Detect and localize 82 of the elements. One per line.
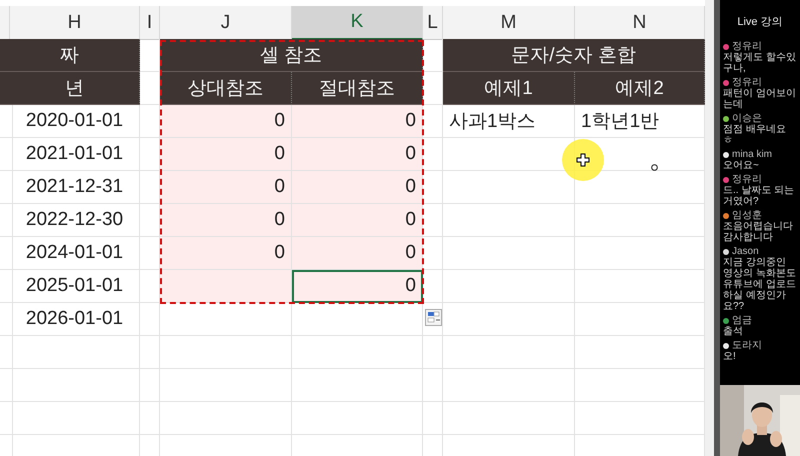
table-cell (423, 402, 443, 435)
table-cell: 0 (292, 237, 423, 270)
table-cell: 2021-01-01 (10, 138, 140, 171)
table-cell (0, 336, 13, 369)
table-cell (140, 303, 160, 336)
table-cell: 0 (160, 171, 292, 204)
chat-title: Live 강의 (736, 15, 784, 30)
table-cell: 2024-01-01 (10, 237, 140, 270)
table-cell (423, 105, 443, 138)
table-cell (0, 402, 13, 435)
chat-username: 정유리 (732, 174, 762, 185)
chat-username: 이승은 (732, 113, 762, 124)
table-cell (423, 138, 443, 171)
column-header[interactable]: I (140, 6, 160, 40)
chat-username: Jason (732, 246, 759, 257)
table-cell: 0 (292, 270, 423, 303)
chat-username: mina kim (732, 149, 772, 160)
table-cell (0, 171, 13, 204)
column-header[interactable]: H (10, 6, 140, 40)
table-cell (0, 105, 13, 138)
table-cell: 2026-01-01 (10, 303, 140, 336)
table-cell: 0 (160, 237, 292, 270)
table-cell: 0 (160, 204, 292, 237)
table-cell: 2020-01-01 (10, 105, 140, 138)
column-header[interactable]: N (575, 6, 705, 40)
table-cell: 2025-01-01 (10, 270, 140, 303)
table-cell (423, 204, 443, 237)
paste-options-icon[interactable] (425, 309, 442, 326)
table-cell (0, 204, 13, 237)
table-cell (423, 336, 443, 369)
column-header[interactable]: J (160, 6, 292, 40)
chat-message: 오! (723, 351, 737, 362)
table-cell (423, 237, 443, 270)
chat-message: 드.. 날짜도 되는거였어? (723, 185, 796, 207)
table-cell: 0 (160, 138, 292, 171)
group-header: 문자/숫자 혼합 (443, 39, 705, 72)
chat-message: 패턴이 엄어보이는데 (723, 88, 797, 110)
table-cell: 0 (292, 105, 423, 138)
table-cell: 사과1박스 (443, 105, 575, 138)
table-cell (0, 138, 13, 171)
table-cell (423, 171, 443, 204)
cursor-highlight (562, 139, 604, 181)
chat-username: 임성훈 (732, 210, 762, 221)
column-header[interactable]: L (423, 6, 443, 40)
table-cell (0, 369, 13, 402)
table-cell: 0 (160, 105, 292, 138)
group-header: 짜 (0, 39, 140, 72)
table-cell (140, 336, 160, 369)
chat-message: 조음어렵습니다감사합니다 (723, 221, 794, 243)
table-cell: 0 (292, 204, 423, 237)
table-cell: 0 (292, 171, 423, 204)
chat-username: 정유리 (732, 41, 762, 52)
column-header[interactable]: K (292, 6, 423, 40)
column-header[interactable]: M (443, 6, 575, 40)
table-cell (140, 402, 160, 435)
chat-username: 정유리 (732, 77, 762, 88)
chat-message: 출석 (723, 326, 744, 337)
scrollbar[interactable] (714, 0, 720, 456)
table-cell: 2022-12-30 (10, 204, 140, 237)
table-cell (423, 369, 443, 402)
chat-username: 엄금 (732, 315, 752, 326)
column-header[interactable] (0, 6, 10, 40)
chat-message: 점점 배우네요 ㅎ (723, 124, 787, 146)
chat-username: 도라지 (732, 340, 762, 351)
column-heading: 년 (10, 72, 140, 105)
column-heading: 예제2 (575, 72, 705, 105)
column-heading: 예제1 (443, 72, 575, 105)
table-cell (0, 270, 13, 303)
chat-message: 지금 강의중인 영상의 녹화본도 유튜브에 업로드 하실 예정인가요?? (723, 257, 797, 312)
table-cell: 0 (292, 138, 423, 171)
column-heading: 절대참조 (292, 72, 423, 105)
group-header: 셀 참조 (160, 39, 423, 72)
column-heading: 상대참조 (160, 72, 292, 105)
pointer-icon (651, 164, 658, 171)
cross-cursor-icon (576, 153, 590, 167)
table-cell (423, 270, 443, 303)
table-cell (140, 369, 160, 402)
chat-message: 오어요~ (723, 160, 760, 171)
table-cell (0, 303, 13, 336)
chat-message: 저렇게도 할수있구나, (723, 52, 797, 74)
table-cell: 2021-12-31 (10, 171, 140, 204)
table-cell (0, 237, 13, 270)
